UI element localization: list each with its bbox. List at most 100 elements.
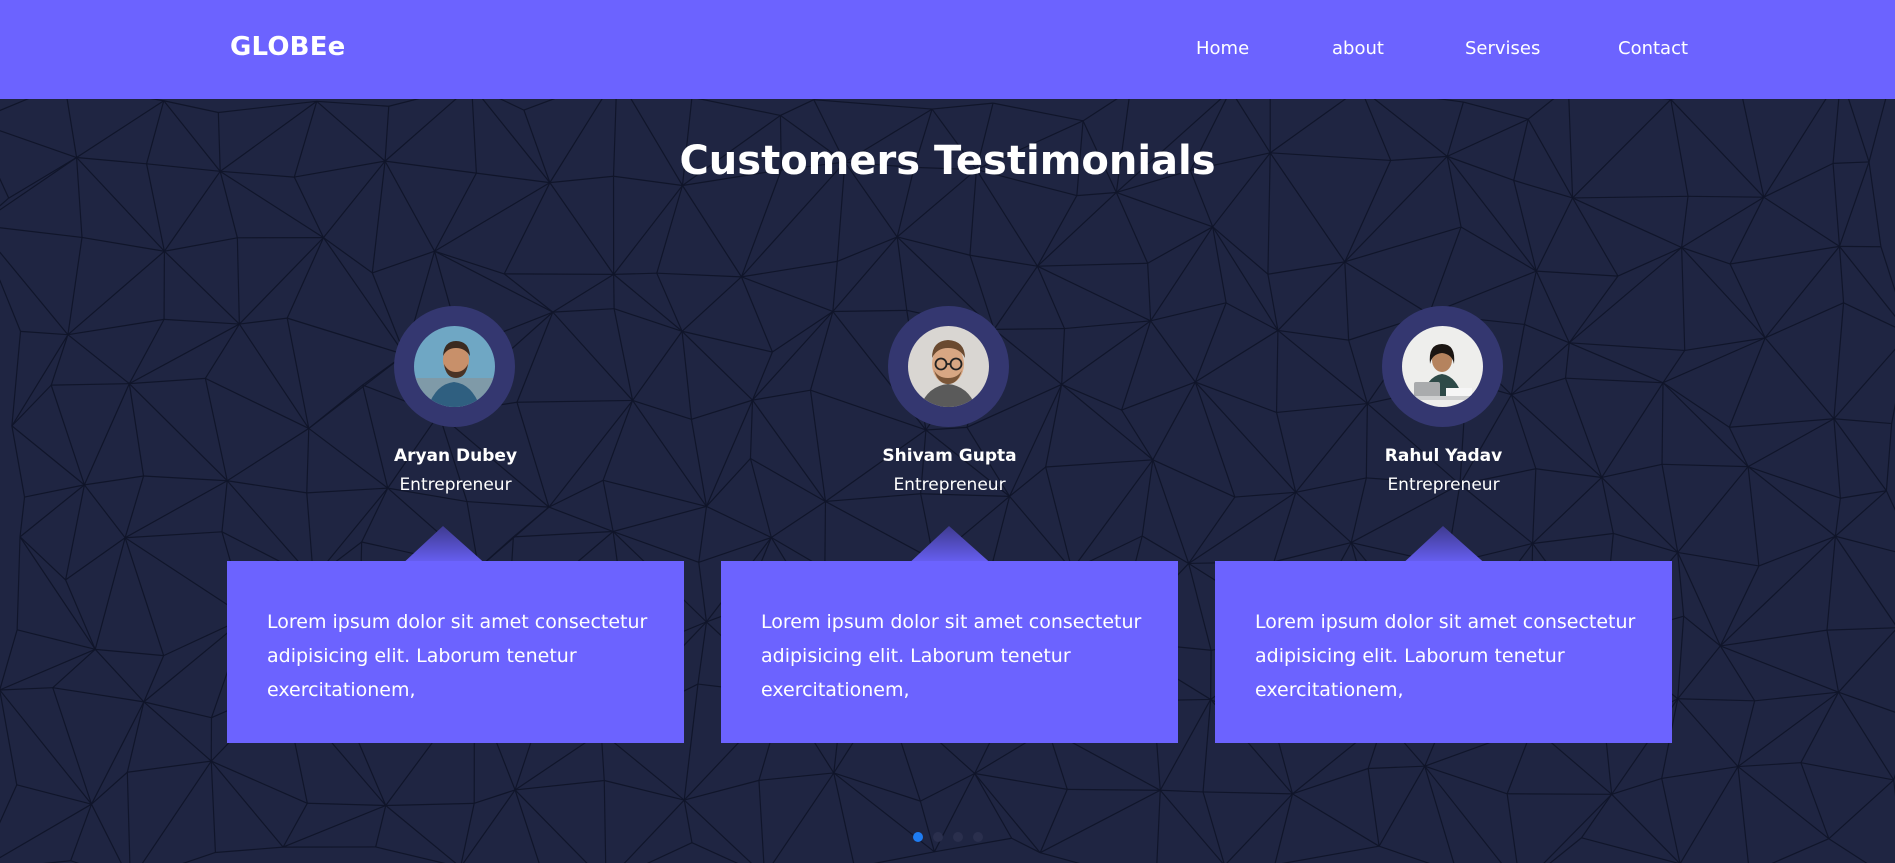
network-line [919,800,935,852]
network-line [90,803,122,863]
network-line [24,484,85,498]
network-line [1039,789,1068,853]
network-line [832,236,898,312]
network-line [52,687,144,703]
avatar [414,326,495,407]
nav-link-services[interactable]: Servises [1465,38,1540,59]
carousel-dot[interactable] [933,832,943,842]
network-line [1292,767,1369,795]
network-line [19,484,85,538]
nav-links: Home about Servises Contact [0,38,1895,62]
nav-link-home[interactable]: Home [1196,38,1249,59]
network-line [741,260,838,278]
carousel-dot[interactable] [973,832,983,842]
section-title: Customers Testimonials [679,138,1216,184]
network-line [1838,629,1895,693]
network-line [1506,793,1518,863]
network-line [691,842,739,863]
network-line [1662,382,1749,468]
network-line [1758,535,1836,567]
network-line [772,772,835,863]
network-line [81,236,165,252]
network-line [126,701,145,773]
network-line [474,789,516,804]
network-line [210,760,284,848]
network-line [204,378,228,481]
man-glasses-portrait-icon [908,326,989,407]
network-line [16,536,21,630]
network-line [1202,699,1212,793]
person-role: Entrepreneur [399,475,512,495]
network-line [1460,226,1537,272]
network-line [50,384,85,486]
network-line [1737,762,1801,768]
network-line [1677,698,1739,767]
network-line [16,784,92,805]
network-line [515,779,605,791]
network-line [896,236,908,311]
network-line [19,536,67,581]
network-line [210,761,217,853]
network-line [52,648,96,689]
network-line [0,689,92,805]
network-line [0,197,10,207]
network-line [1378,845,1431,863]
network-line [1839,245,1895,318]
network-line [84,475,144,486]
network-line [1535,197,1574,272]
network-line [974,773,1041,854]
navbar: GLOBEe Home about Servises Contact [0,0,1895,99]
network-line [623,799,685,863]
testimonial-card: Shivam Gupta Entrepreneur Lorem ipsum do… [721,306,1178,743]
network-line [91,771,128,805]
network-line [1662,382,1730,428]
network-line [1747,466,1760,567]
carousel-dot[interactable] [913,832,923,842]
network-line [128,383,228,482]
network-line [1428,226,1462,315]
network-line [282,804,386,848]
network-line [385,805,457,863]
network-line [94,537,126,650]
network-line [1039,852,1081,863]
network-line [514,789,540,863]
network-line [434,172,477,252]
network-line [124,480,228,539]
carousel-dot[interactable] [953,832,963,842]
network-line [1011,837,1041,854]
network-line [1156,790,1161,863]
network-line [698,506,708,563]
network-line [143,701,212,762]
network-line [90,701,145,805]
network-line [1037,192,1117,267]
network-line [1764,245,1840,339]
network-line [1203,791,1293,795]
network-line [1677,645,1721,700]
network-line [1549,837,1582,863]
network-line [95,648,164,657]
network-line [215,846,284,854]
network-line [603,780,607,863]
network-line [65,484,85,581]
network-line [70,803,93,861]
network-line [372,250,435,274]
network-line [19,497,26,537]
network-line [52,687,93,805]
nav-link-about[interactable]: about [1332,38,1384,59]
network-line [1834,498,1841,537]
network-line [1684,337,1766,352]
network-line [1826,630,1840,693]
network-line [683,684,699,801]
network-line [1367,768,1380,847]
network-line [375,846,446,863]
network-line [124,537,165,656]
network-line [1677,552,1685,617]
network-line [969,254,1038,267]
network-line [11,331,22,426]
network-line [681,185,742,278]
network-line [1737,691,1839,768]
network-line [1728,427,1749,467]
nav-link-contact[interactable]: Contact [1618,38,1688,59]
network-line [67,334,130,385]
network-line [0,629,18,691]
